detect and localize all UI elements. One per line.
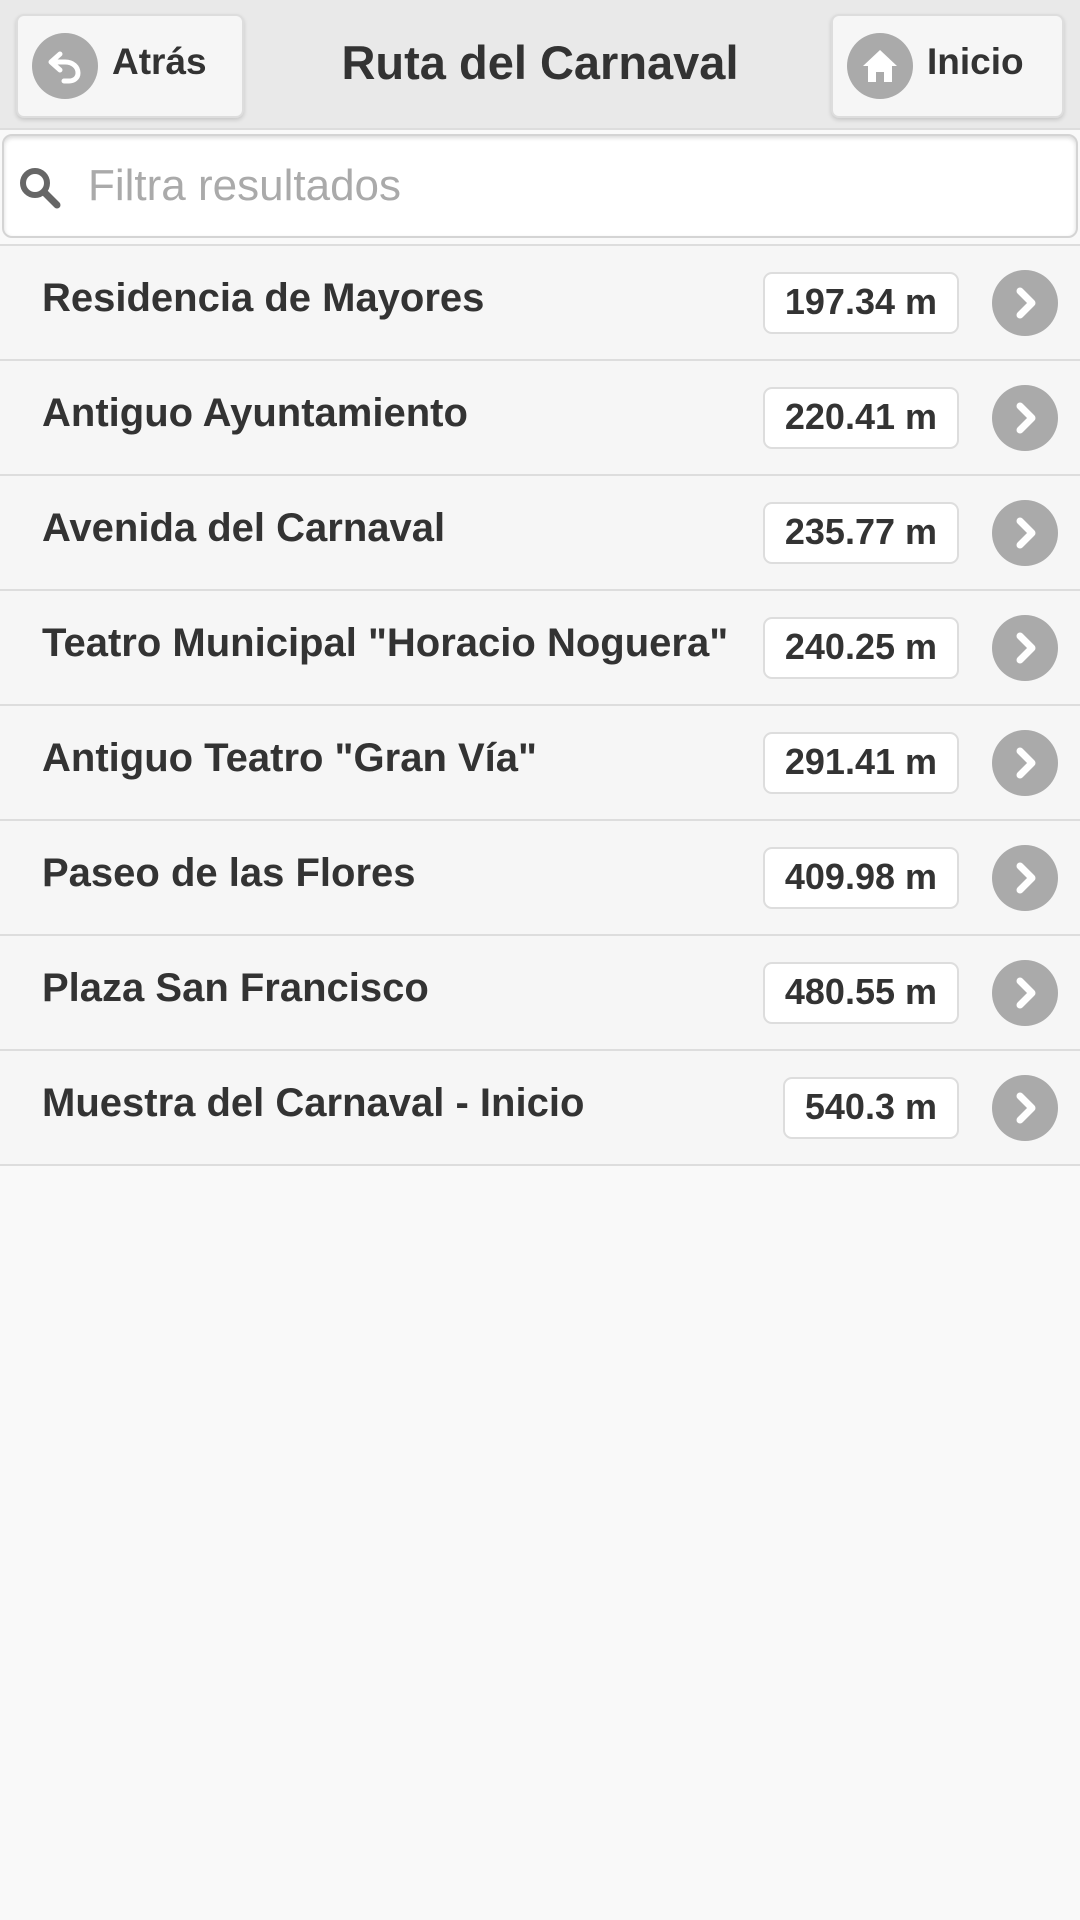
list-item-name: Muestra del Carnaval - Inicio — [42, 1081, 585, 1125]
chevron-right-icon — [992, 730, 1058, 796]
distance-badge: 540.3 m — [782, 1077, 959, 1139]
list-item[interactable]: Muestra del Carnaval - Inicio 540.3 m — [0, 1049, 1080, 1166]
chevron-right-icon — [992, 1075, 1058, 1141]
search-icon — [18, 166, 62, 210]
chevron-right-icon — [992, 615, 1058, 681]
back-button[interactable]: Atrás — [16, 14, 244, 118]
list-item[interactable]: Residencia de Mayores 197.34 m — [0, 244, 1080, 359]
list-item-name: Antiguo Ayuntamiento — [42, 391, 468, 435]
distance-badge: 480.55 m — [762, 962, 959, 1024]
list-item[interactable]: Antiguo Ayuntamiento 220.41 m — [0, 359, 1080, 474]
distance-badge: 220.41 m — [762, 387, 959, 449]
page-title: Ruta del Carnaval — [341, 36, 739, 89]
back-arrow-icon — [32, 33, 98, 99]
distance-badge: 235.77 m — [762, 502, 959, 564]
distance-badge: 197.34 m — [762, 272, 959, 334]
chevron-right-icon — [992, 385, 1058, 451]
list-item[interactable]: Avenida del Carnaval 235.77 m — [0, 474, 1080, 589]
list-item-name: Residencia de Mayores — [42, 276, 485, 320]
search-input[interactable] — [88, 154, 1048, 218]
home-icon — [847, 33, 913, 99]
back-button-label: Atrás — [112, 41, 207, 82]
list-item-name: Paseo de las Flores — [42, 851, 416, 895]
list-item[interactable]: Teatro Municipal "Horacio Noguera" 240.2… — [0, 589, 1080, 704]
results-list: Residencia de Mayores 197.34 m Antiguo A… — [0, 244, 1080, 1166]
distance-badge: 240.25 m — [762, 617, 959, 679]
list-item-name: Antiguo Teatro "Gran Vía" — [42, 736, 537, 780]
chevron-right-icon — [992, 960, 1058, 1026]
chevron-right-icon — [992, 845, 1058, 911]
list-item-name: Plaza San Francisco — [42, 966, 429, 1010]
list-item-name: Avenida del Carnaval — [42, 506, 446, 550]
home-button[interactable]: Inicio — [831, 14, 1064, 118]
home-button-label: Inicio — [927, 41, 1024, 82]
chevron-right-icon — [992, 270, 1058, 336]
distance-badge: 409.98 m — [762, 847, 959, 909]
distance-badge: 291.41 m — [762, 732, 959, 794]
header-bar: Atrás Ruta del Carnaval Inicio — [0, 0, 1080, 130]
filter-search-bar — [2, 134, 1078, 238]
chevron-right-icon — [992, 500, 1058, 566]
list-item-name: Teatro Municipal "Horacio Noguera" — [42, 621, 729, 665]
list-item[interactable]: Plaza San Francisco 480.55 m — [0, 934, 1080, 1049]
list-item[interactable]: Paseo de las Flores 409.98 m — [0, 819, 1080, 934]
list-item[interactable]: Antiguo Teatro "Gran Vía" 291.41 m — [0, 704, 1080, 819]
